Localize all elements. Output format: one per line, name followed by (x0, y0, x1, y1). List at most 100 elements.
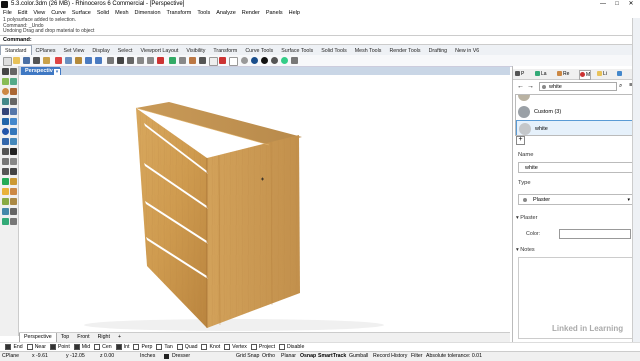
new-file-icon[interactable] (3, 57, 12, 66)
layout-icon[interactable] (179, 57, 186, 64)
perspective-viewport[interactable] (19, 75, 510, 332)
surface-icon[interactable] (10, 108, 17, 115)
line-icon[interactable] (2, 78, 9, 85)
shaded-sphere-icon[interactable] (251, 57, 258, 64)
material-icon[interactable] (281, 57, 288, 64)
save-icon[interactable] (23, 57, 30, 64)
menu-tools[interactable]: Tools (194, 9, 213, 18)
tab-more[interactable] (617, 70, 623, 78)
plaster-section-toggle[interactable]: ▾ Plaster (516, 215, 537, 221)
zoom-extents-icon[interactable] (147, 57, 154, 64)
select-icon[interactable] (189, 57, 196, 64)
checkbox-icon[interactable] (49, 343, 56, 350)
tab-front[interactable]: Front (73, 333, 93, 342)
material-item-selected[interactable]: white (516, 120, 634, 135)
analyze-icon[interactable] (2, 218, 9, 225)
extrude-icon[interactable] (10, 118, 17, 125)
polygon-icon[interactable] (2, 108, 9, 115)
checkbox-icon[interactable] (224, 343, 231, 350)
zoom-icon[interactable] (127, 57, 134, 64)
print-icon[interactable] (33, 57, 40, 64)
notes-section-toggle[interactable]: ▾ Notes (516, 247, 535, 253)
zoom-window-icon[interactable] (137, 57, 144, 64)
pan-icon[interactable] (107, 57, 114, 64)
circle-icon[interactable] (2, 88, 9, 95)
checkbox-icon[interactable] (279, 343, 286, 350)
paste-icon[interactable] (75, 57, 82, 64)
forward-arrow-icon[interactable]: → (527, 83, 534, 90)
material-item[interactable] (516, 95, 634, 103)
checkbox-icon[interactable] (201, 343, 208, 350)
grid-icon[interactable] (169, 57, 176, 64)
copy-icon[interactable] (65, 57, 72, 64)
select-arrow-icon[interactable] (2, 68, 9, 75)
menu-panels[interactable]: Panels (263, 9, 286, 18)
point-icon[interactable] (10, 68, 17, 75)
tab-layers[interactable]: La (535, 70, 547, 78)
color-swatch-button[interactable] (559, 229, 631, 239)
close-button[interactable]: ✕ (624, 0, 638, 9)
checkbox-icon[interactable] (73, 343, 80, 350)
add-material-button[interactable]: + (516, 136, 525, 145)
checkbox-icon[interactable] (26, 343, 33, 350)
hide-icon[interactable] (199, 57, 206, 64)
rotate-view-icon[interactable] (117, 57, 124, 64)
mirror-icon[interactable] (2, 198, 9, 205)
menu-transform[interactable]: Transform (164, 9, 195, 18)
command-prompt[interactable]: Command: (0, 35, 635, 45)
text-icon[interactable] (10, 208, 17, 215)
rendered-sphere-icon[interactable] (261, 57, 268, 64)
fillet-icon[interactable] (2, 148, 9, 155)
checkbox-icon[interactable] (156, 343, 163, 350)
checkbox-icon[interactable] (115, 343, 122, 350)
array-icon[interactable] (10, 198, 17, 205)
rotate-icon[interactable] (2, 188, 9, 195)
tab-right[interactable]: Right (94, 333, 114, 342)
back-arrow-icon[interactable]: ← (517, 83, 524, 90)
box-icon[interactable] (10, 128, 17, 135)
checkbox-icon[interactable] (250, 343, 257, 350)
checkbox-icon[interactable] (5, 343, 12, 350)
menu-help[interactable]: Help (286, 9, 303, 18)
type-dropdown[interactable]: Plaster ▾ (518, 194, 634, 205)
search-icon[interactable]: ⌕ (619, 83, 622, 90)
cylinder-icon[interactable] (2, 138, 9, 145)
lights-icon[interactable] (291, 57, 298, 64)
wireframe-sphere-icon[interactable] (241, 57, 248, 64)
menu-mesh[interactable]: Mesh (112, 9, 131, 18)
checkbox-icon[interactable] (94, 343, 101, 350)
menu-solid[interactable]: Solid (94, 9, 112, 18)
tab-lights[interactable]: Li (597, 70, 607, 78)
checkbox-icon[interactable] (133, 343, 140, 350)
trim-icon[interactable] (10, 148, 17, 155)
scale-icon[interactable] (10, 188, 17, 195)
menu-render[interactable]: Render (239, 9, 263, 18)
minimize-button[interactable]: — (596, 0, 610, 9)
plane-icon[interactable] (2, 118, 9, 125)
undo-icon[interactable] (85, 57, 92, 64)
material-item[interactable]: Custom (3) (516, 104, 634, 120)
copy-object-icon[interactable] (10, 178, 17, 185)
zoom-selected-icon[interactable] (157, 57, 164, 64)
cut-icon[interactable] (55, 57, 62, 64)
menu-analyze[interactable]: Analyze (213, 9, 239, 18)
add-viewport-button[interactable]: + (114, 333, 125, 342)
tab-rendering[interactable]: Re (557, 70, 569, 78)
redo-icon[interactable] (95, 57, 102, 64)
show-icon[interactable] (209, 57, 218, 66)
checkbox-icon[interactable] (176, 343, 183, 350)
explode-icon[interactable] (2, 168, 9, 175)
name-field[interactable]: white (518, 162, 634, 173)
group-icon[interactable] (10, 168, 17, 175)
split-icon[interactable] (2, 158, 9, 165)
material-search-field[interactable]: white (539, 82, 617, 91)
menu-dimension[interactable]: Dimension (132, 9, 164, 18)
dimension-icon[interactable] (2, 208, 9, 215)
tab-top[interactable]: Top (57, 333, 74, 342)
tab-materials[interactable]: M (579, 70, 592, 80)
import-icon[interactable] (43, 57, 50, 64)
maximize-button[interactable]: □ (610, 0, 624, 9)
tab-properties[interactable]: P (515, 70, 524, 78)
sphere-icon[interactable] (2, 128, 9, 135)
arc-icon[interactable] (10, 88, 17, 95)
